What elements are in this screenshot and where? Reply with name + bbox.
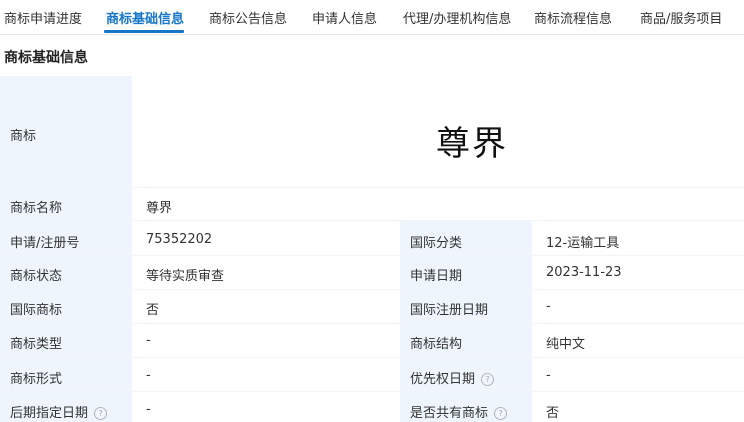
help-icon[interactable]: ? (494, 407, 508, 420)
tab-applicant-info[interactable]: 申请人信息 (312, 8, 377, 27)
row-divider (0, 357, 744, 358)
trademark-form-value: - (146, 368, 151, 383)
section-title: 商标基础信息 (4, 50, 88, 66)
priority-date-value: - (546, 368, 551, 383)
tab-basic-info[interactable]: 商标基础信息 (106, 8, 184, 27)
subsequent-designation-date-label-text: 后期指定日期 (10, 406, 89, 421)
intl-class-value: 12-运输工具 (546, 236, 620, 251)
registration-number-value: 75352202 (146, 232, 213, 247)
intl-class-label: 国际分类 (410, 236, 463, 251)
tab-goods-services[interactable]: 商品/服务项目 (640, 8, 722, 27)
subsequent-designation-date-label: 后期指定日期? (10, 402, 108, 421)
help-icon[interactable]: ? (481, 373, 495, 386)
active-tab-indicator (104, 30, 184, 33)
tab-application-progress[interactable]: 商标申请进度 (4, 8, 82, 27)
application-date-label: 申请日期 (410, 269, 463, 284)
subsequent-designation-date-value: - (146, 402, 151, 417)
row-divider (0, 255, 744, 256)
status-label: 商标状态 (10, 269, 63, 284)
row-divider (0, 289, 744, 290)
tab-bar: 商标申请进度 商标基础信息 商标公告信息 申请人信息 代理/办理机构信息 商标流… (0, 0, 744, 35)
tab-process-info[interactable]: 商标流程信息 (534, 8, 612, 27)
trademark-form-label: 商标形式 (10, 372, 63, 387)
row-divider (0, 220, 744, 221)
registration-number-label: 申请/注册号 (10, 236, 80, 251)
tab-announcement-info[interactable]: 商标公告信息 (209, 8, 287, 27)
trademark-type-label: 商标类型 (10, 337, 63, 352)
help-icon[interactable]: ? (94, 407, 108, 420)
trademark-image-text: 尊界 (436, 124, 508, 164)
trademark-structure-value: 纯中文 (546, 337, 586, 352)
shared-trademark-label-text: 是否共有商标 (410, 406, 489, 421)
trademark-structure-label: 商标结构 (410, 337, 463, 352)
priority-date-label-text: 优先权日期 (410, 372, 476, 387)
shared-trademark-value: 否 (546, 406, 560, 421)
trademark-label: 商标 (10, 129, 37, 144)
status-value: 等待实质审查 (146, 269, 225, 284)
intl-registration-date-value: - (546, 299, 551, 314)
trademark-type-value: - (146, 333, 151, 348)
intl-registration-date-label: 国际注册日期 (410, 303, 489, 318)
row-divider (0, 391, 744, 392)
trademark-name-label: 商标名称 (10, 201, 63, 216)
tab-agency-info[interactable]: 代理/办理机构信息 (403, 8, 511, 27)
priority-date-label: 优先权日期? (410, 368, 495, 387)
shared-trademark-label: 是否共有商标? (410, 402, 508, 421)
row-divider (0, 187, 744, 188)
trademark-name-value: 尊界 (146, 201, 173, 216)
intl-trademark-label: 国际商标 (10, 303, 63, 318)
row-divider (0, 323, 744, 324)
application-date-value: 2023-11-23 (546, 265, 622, 280)
intl-trademark-value: 否 (146, 303, 160, 318)
